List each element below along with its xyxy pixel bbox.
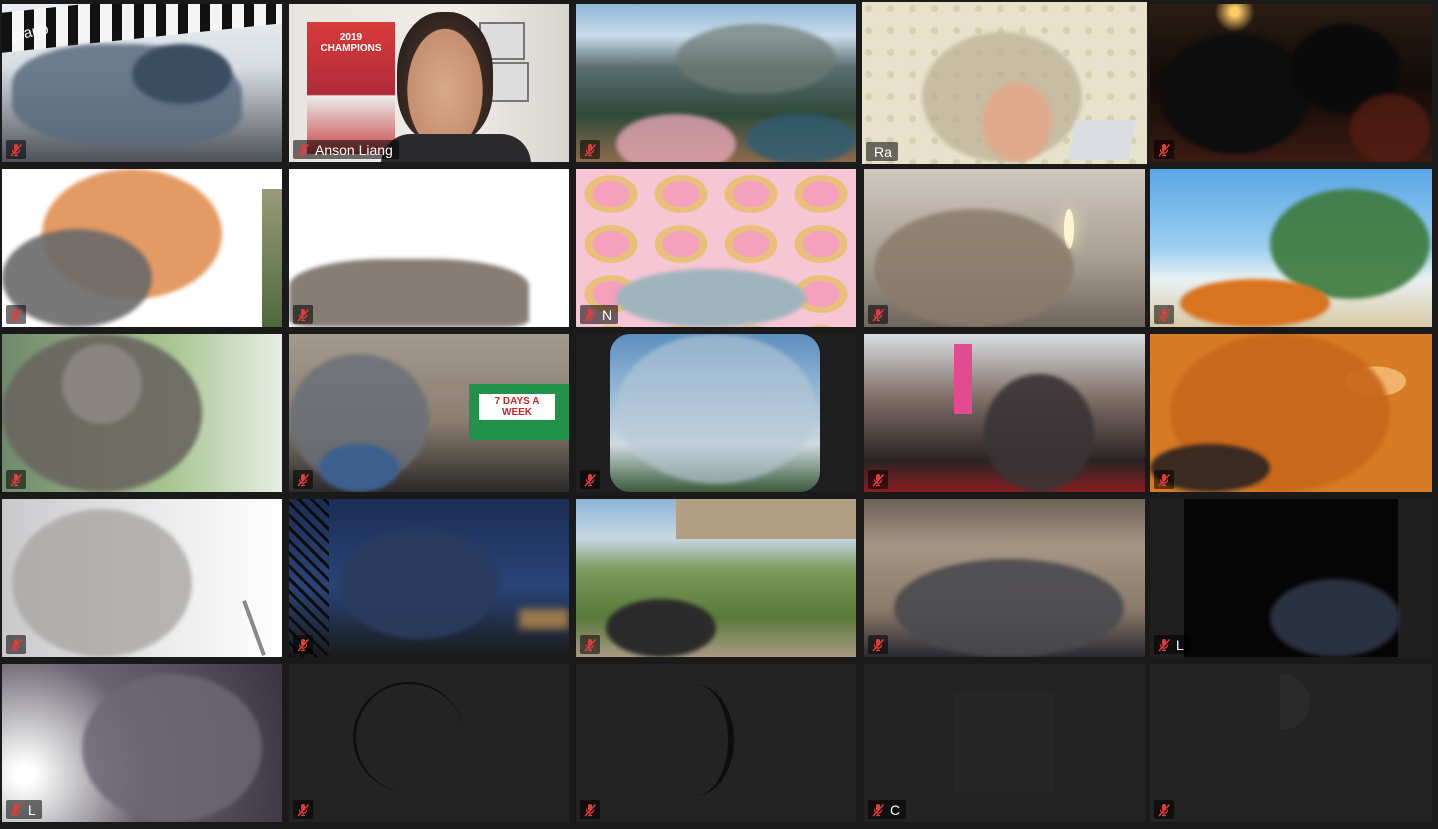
participant-name-label [868, 470, 888, 489]
participant-name: L [28, 801, 36, 818]
microphone-muted-icon [297, 638, 310, 652]
participant-name-label [1154, 305, 1174, 324]
microphone-muted-icon [872, 803, 885, 817]
microphone-muted-icon [584, 308, 597, 322]
participant-name-label [1154, 470, 1174, 489]
microphone-muted-icon [584, 143, 597, 157]
participant-name-label [580, 635, 600, 654]
participant-name: N [602, 306, 613, 323]
participant-name: L [1176, 636, 1184, 653]
participant-name-label: N [580, 305, 619, 324]
participant-tile[interactable] [1150, 4, 1432, 162]
participant-name-label [6, 635, 26, 654]
participant-name-label: Ra [866, 142, 898, 161]
microphone-muted-icon [584, 473, 597, 487]
participant-name: C [890, 801, 901, 818]
participant-name-label: Anson Liang [293, 140, 399, 159]
participant-tile[interactable] [864, 334, 1145, 492]
participant-name-label [293, 800, 313, 819]
participant-tile[interactable]: piano [2, 4, 282, 162]
gallery-grid: piano 2019 CHAMPIONS Anson Liang Ra N 7 … [0, 0, 1438, 829]
microphone-muted-icon [10, 638, 23, 652]
poster-text: 2019 CHAMPIONS [320, 32, 382, 54]
participant-tile[interactable]: L [1150, 499, 1432, 657]
participant-name-label [6, 470, 26, 489]
participant-tile-no-video[interactable] [1150, 664, 1432, 822]
microphone-muted-icon [297, 803, 310, 817]
participant-tile[interactable] [864, 499, 1145, 657]
microphone-muted-icon [297, 308, 310, 322]
participant-name-label [293, 305, 313, 324]
microphone-muted-icon [872, 308, 885, 322]
participant-tile[interactable] [576, 4, 856, 162]
microphone-muted-icon [10, 308, 23, 322]
participant-tile[interactable]: L [2, 664, 282, 822]
participant-name-label [580, 800, 600, 819]
microphone-muted-icon [297, 143, 310, 157]
participant-tile[interactable]: 2019 CHAMPIONS Anson Liang [289, 4, 569, 162]
participant-tile[interactable] [576, 499, 856, 657]
participant-name-label [580, 140, 600, 159]
microphone-muted-icon [1158, 308, 1171, 322]
participant-tile[interactable] [289, 169, 569, 327]
participant-tile[interactable] [1150, 169, 1432, 327]
participant-tile[interactable] [2, 334, 282, 492]
participant-tile-no-video[interactable]: C [864, 664, 1145, 822]
participant-tile-no-video[interactable] [576, 664, 856, 822]
avatar-placeholder [1280, 674, 1310, 730]
microphone-muted-icon [584, 803, 597, 817]
microphone-muted-icon [297, 473, 310, 487]
microphone-muted-icon [1158, 803, 1171, 817]
microphone-muted-icon [584, 638, 597, 652]
microphone-muted-icon [872, 638, 885, 652]
microphone-muted-icon [10, 143, 23, 157]
participant-tile[interactable] [576, 334, 856, 492]
participant-name: Ra [874, 143, 892, 160]
participant-tile-active-speaker[interactable]: Ra [862, 2, 1147, 164]
microphone-muted-icon [1158, 473, 1171, 487]
store-sign-text: 7 DAYS A WEEK [479, 394, 555, 420]
microphone-muted-icon [10, 803, 23, 817]
participant-tile[interactable]: N [576, 169, 856, 327]
participant-tile[interactable] [2, 499, 282, 657]
avatar-placeholder [954, 692, 1054, 792]
participant-name-label: L [6, 800, 42, 819]
microphone-muted-icon [10, 473, 23, 487]
participant-name-label [580, 470, 600, 489]
participant-name-label [1154, 140, 1174, 159]
person-face [397, 12, 493, 142]
microphone-muted-icon [872, 473, 885, 487]
participant-name-label [868, 305, 888, 324]
participant-tile[interactable] [1150, 334, 1432, 492]
participant-name-label [6, 305, 26, 324]
participant-tile-no-video[interactable] [289, 664, 569, 822]
participant-name-label [293, 635, 313, 654]
participant-tile[interactable] [864, 169, 1145, 327]
participant-tile[interactable] [2, 169, 282, 327]
participant-name-label [6, 140, 26, 159]
avatar-placeholder [656, 684, 734, 796]
participant-name-label [1154, 800, 1174, 819]
participant-name-label [293, 470, 313, 489]
avatar-placeholder [353, 682, 464, 792]
microphone-muted-icon [1158, 638, 1171, 652]
participant-name: Anson Liang [315, 141, 393, 158]
microphone-muted-icon [1158, 143, 1171, 157]
participant-name-label [868, 635, 888, 654]
participant-tile[interactable] [289, 499, 569, 657]
participant-tile[interactable]: 7 DAYS A WEEK [289, 334, 569, 492]
participant-name-label: L [1154, 635, 1190, 654]
participant-name-label: C [868, 800, 907, 819]
